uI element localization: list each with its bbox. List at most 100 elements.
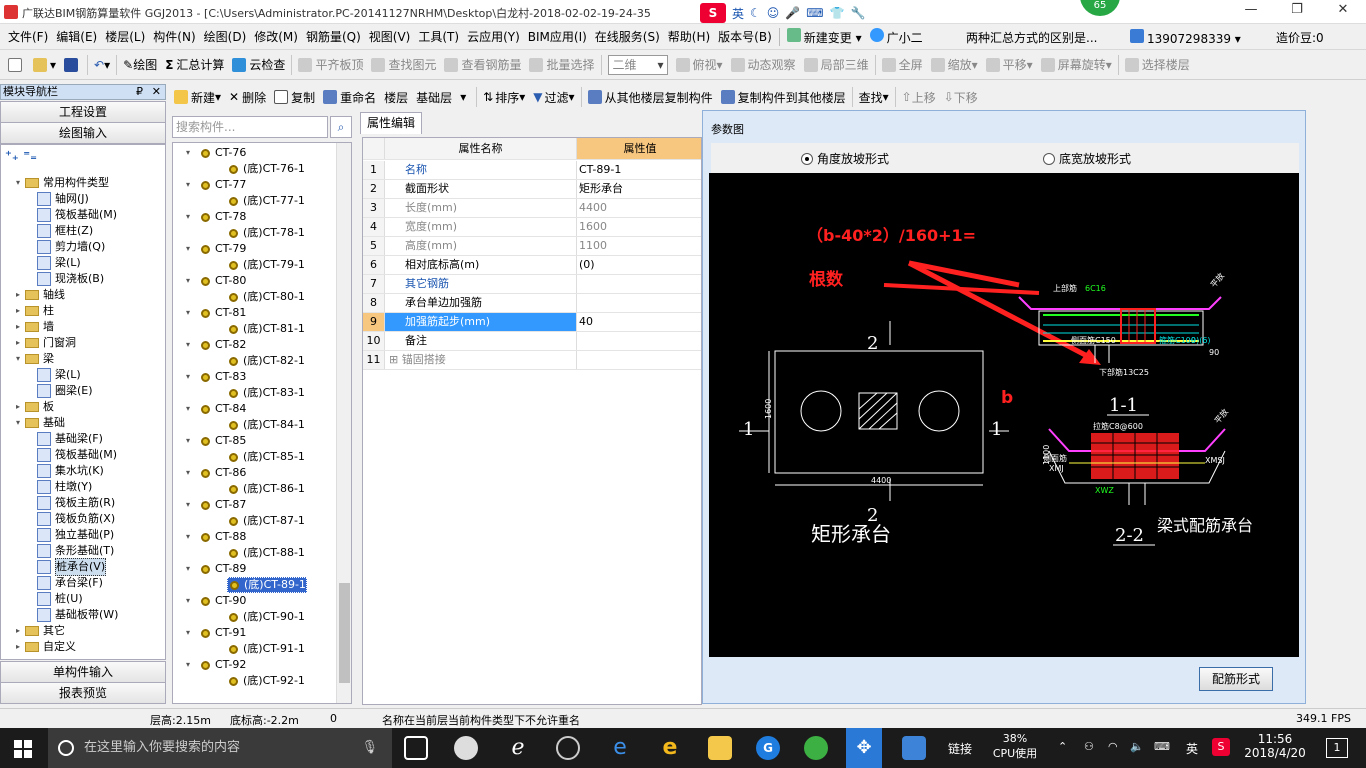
list-scrollbar[interactable] [336,143,351,703]
menu-floor[interactable]: 楼层(L) [101,28,149,45]
property-row[interactable]: 8 承台单边加强筋 [363,294,701,313]
menu-online[interactable]: 在线服务(S) [591,28,664,45]
component-list-item[interactable]: ▾ CT-76 [186,145,246,161]
green-app-icon[interactable] [804,736,828,760]
link-label[interactable]: 链接 [948,740,972,757]
property-value[interactable] [577,275,701,293]
property-row[interactable]: 3 长度(mm) 4400 [363,199,701,218]
property-row[interactable]: 5 高度(mm) 1100 [363,237,701,256]
taskbar-search-input[interactable]: 在这里输入你要搜索的内容 🎙 [48,728,392,768]
nav-tree-item[interactable]: 轴网(J) [35,191,89,207]
copy-from-floor-button[interactable]: 从其他楼层复制构件 [584,85,717,109]
new-file-button[interactable] [4,53,29,77]
nav-tree-item[interactable]: ▸ 门窗洞 [13,335,76,351]
rotate-button[interactable]: 屏幕旋转 ▾ [1037,53,1116,77]
property-value[interactable]: 1100 [577,237,701,255]
nav-tree-item[interactable]: 筏板负筋(X) [35,511,115,527]
nav-tree-item[interactable]: 圈梁(E) [35,383,93,399]
component-list-item[interactable]: ▾ CT-86 [186,465,246,481]
collapse-icon[interactable]: ▾ [183,145,193,161]
mic-icon[interactable]: 🎙 [361,728,378,768]
scrollbar-thumb[interactable] [339,583,350,683]
nav-tree-item[interactable]: ▸ 其它 [13,623,65,639]
ime-lang[interactable]: 英 [732,5,744,22]
component-list-item[interactable]: (底)CT-77-1 [227,193,305,209]
ie-icon[interactable]: e [658,736,682,760]
score-badge[interactable]: 65 [1080,0,1120,16]
expand-collapse-icons[interactable]: ⁺₊ ⁼₌ [5,149,37,171]
nav-tree-item[interactable]: 柱墩(Y) [35,479,92,495]
property-value[interactable] [577,294,701,312]
property-row[interactable]: 9 加强筋起步(mm) 40 [363,313,701,332]
menu-tools[interactable]: 工具(T) [414,28,463,45]
nav-tree-item[interactable]: ▾ 基础 [13,415,65,431]
single-input-button[interactable]: 单构件输入 [0,661,166,683]
pin-icon[interactable]: ₽ [136,85,143,99]
radio-width-slope[interactable]: 底宽放坡形式 [1043,150,1131,167]
component-list-item[interactable]: ▾ CT-90 [186,593,246,609]
flat-top-button[interactable]: 平齐板顶 [294,53,367,77]
report-preview-button[interactable]: 报表预览 [0,682,166,704]
wrench-icon[interactable]: 🔧 [851,6,866,20]
fan-app-icon[interactable] [454,736,478,760]
component-list-item[interactable]: ▾ CT-82 [186,337,246,353]
clock[interactable]: 11:56 2018/4/20 [1244,732,1306,760]
local-3d-button[interactable]: 局部三维 [800,53,873,77]
file-explorer-icon[interactable] [708,736,732,760]
cpu-usage[interactable]: 38% CPU使用 [990,732,1040,761]
collapse-icon[interactable]: ▾ [183,497,193,513]
nav-tree-item[interactable]: 剪力墙(Q) [35,239,105,255]
property-row[interactable]: 11 ⊞ 锚固搭接 [363,351,701,370]
component-list-item[interactable]: ▾ CT-83 [186,369,246,385]
draw-button[interactable]: ✎ 绘图 [119,53,161,77]
component-list-item[interactable]: ▾ CT-87 [186,497,246,513]
collapse-icon[interactable]: ▾ [183,433,193,449]
nav-tree-item[interactable]: 基础梁(F) [35,431,103,447]
nav-tree-item[interactable]: 承台梁(F) [35,575,103,591]
expand-icon[interactable]: ▸ [13,335,23,351]
collapse-icon[interactable]: ▾ [183,209,193,225]
engineering-settings-button[interactable]: 工程设置 [0,101,166,123]
property-value[interactable]: 1600 [577,218,701,236]
windows-start-icon[interactable] [14,740,32,758]
expand-icon[interactable]: ▸ [13,303,23,319]
expand-icon[interactable]: ▸ [13,319,23,335]
search-icon[interactable]: ⌕ [330,116,352,138]
close-button[interactable]: ✕ [1320,2,1366,22]
open-button[interactable]: ▾ [29,53,60,77]
component-list-item[interactable]: ▾ CT-84 [186,401,246,417]
expand-icon[interactable]: ▸ [13,623,23,639]
property-row[interactable]: 4 宽度(mm) 1600 [363,218,701,237]
collapse-icon[interactable]: ▾ [183,305,193,321]
view-rebar-button[interactable]: 查看钢筋量 [440,53,525,77]
expand-icon[interactable]: ⊞ [389,353,402,366]
component-search-input[interactable]: 搜索构件... [172,116,328,138]
top-view-button[interactable]: 俯视 ▾ [672,53,727,77]
collapse-icon[interactable]: ▾ [13,415,23,431]
component-list-item[interactable]: ▾ CT-81 [186,305,246,321]
component-list-item[interactable]: ▾ CT-85 [186,433,246,449]
collapse-icon[interactable]: ▾ [183,561,193,577]
active-app-icon[interactable]: ✥ [846,728,882,768]
nav-tree-item[interactable]: ▸ 自定义 [13,639,76,655]
component-list-item[interactable]: (底)CT-92-1 [227,673,305,689]
component-list-item[interactable]: ▾ CT-92 [186,657,246,673]
nav-tree-item[interactable]: ▸ 墙 [13,319,54,335]
nav-tree-item[interactable]: 条形基础(T) [35,543,114,559]
undo-button[interactable]: ↶ ▾ [90,53,114,77]
component-list-item[interactable]: (底)CT-84-1 [227,417,305,433]
volume-icon[interactable]: 🔈 [1130,740,1144,753]
edge-icon[interactable]: e [608,736,632,760]
batch-select-button[interactable]: 批量选择 [525,53,598,77]
new-change-button[interactable]: 新建变更 ▾ [783,27,866,46]
collapse-icon[interactable]: ▾ [183,177,193,193]
nav-tree-item[interactable]: 筏板基础(M) [35,447,117,463]
sort-button[interactable]: ⇅ 排序 ▾ [479,85,529,109]
view-mode-select[interactable]: 二维 [607,54,668,75]
property-value[interactable]: 40 [577,313,701,331]
component-list-item[interactable]: (底)CT-79-1 [227,257,305,273]
floor-select[interactable]: 基础层 ▾ [412,85,474,109]
menu-modify[interactable]: 修改(M) [250,28,302,45]
sogou-icon[interactable]: S [700,3,726,23]
delete-button[interactable]: ✕ 删除 [225,85,270,109]
